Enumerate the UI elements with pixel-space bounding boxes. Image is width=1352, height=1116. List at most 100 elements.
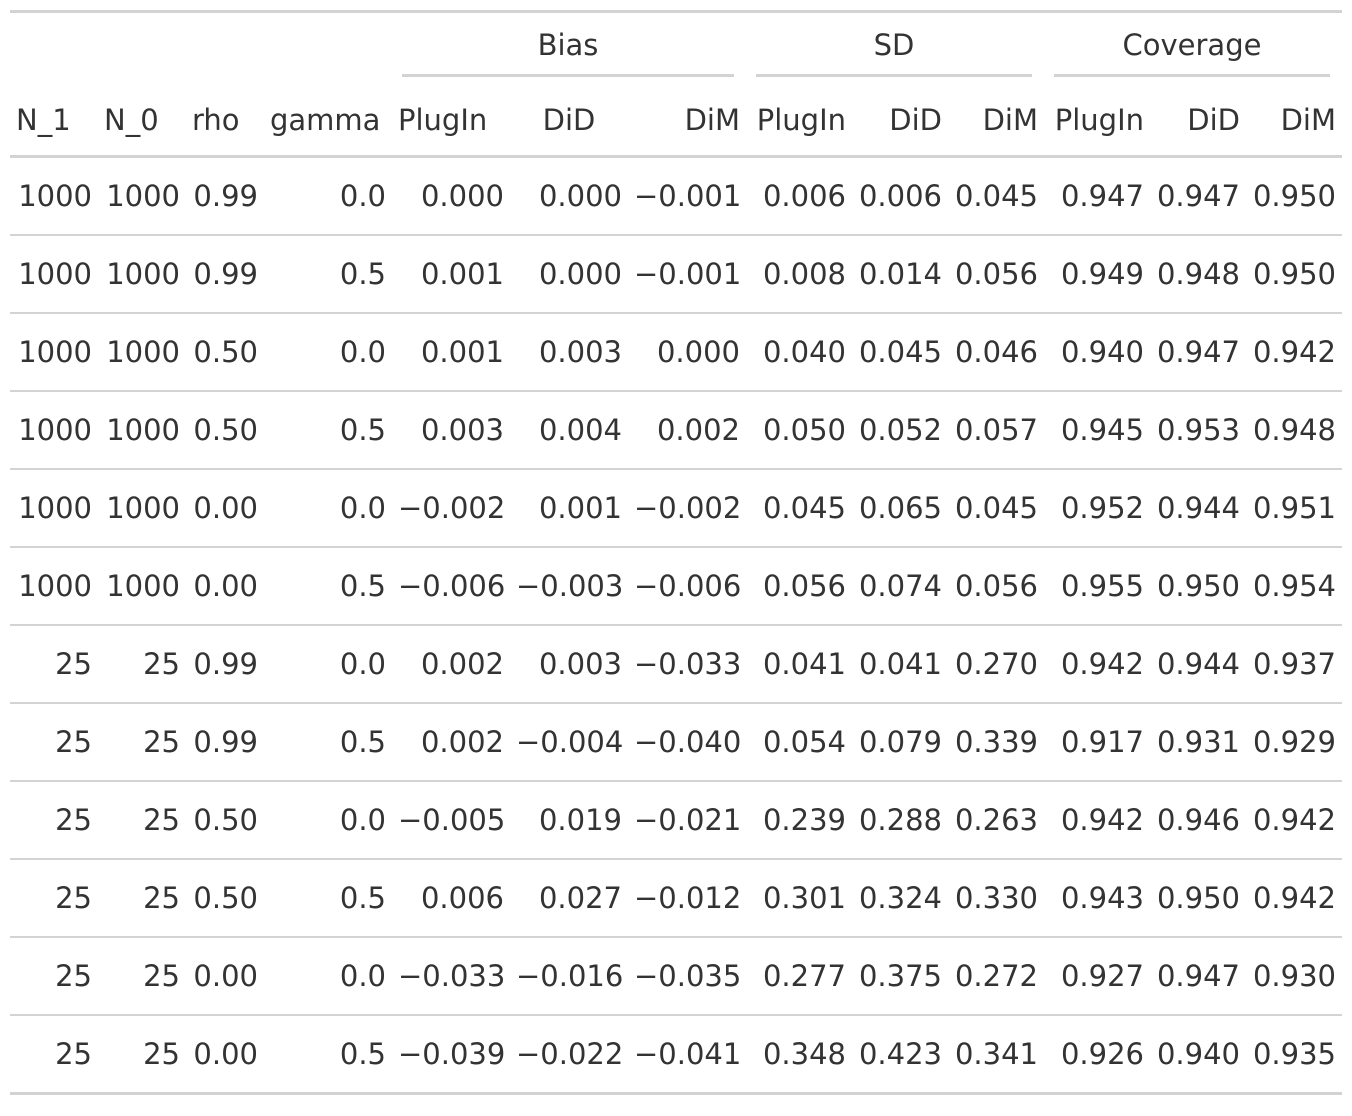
cell-n1: 1000 <box>18 179 92 213</box>
cell-sd-dim: 0.330 <box>948 858 1044 937</box>
cell-coverage-plugin: 0.942 <box>1044 780 1150 859</box>
cell-coverage-dim: 0.937 <box>1246 624 1342 703</box>
cell-bias-did: 0.003 <box>510 312 628 391</box>
cell-sd-dim: 0.263 <box>948 780 1044 859</box>
table-row: 1000 1000 0.50 0.5 0.003 0.004 0.002 0.050 0.052… <box>10 390 1342 469</box>
cell-bias-plugin: −0.033 <box>392 936 510 1015</box>
cell-gamma: 0.0 <box>264 468 392 547</box>
cell-rho: 0.50 <box>186 780 264 859</box>
cell-sd-did: 0.065 <box>852 468 948 547</box>
cell-sd-dim: 0.339 <box>948 702 1044 781</box>
cell-n0: 1000 <box>106 179 180 213</box>
cell-sd-plugin: 0.006 <box>762 179 846 213</box>
cell-sd-did: 0.041 <box>852 624 948 703</box>
column-header-gamma: gamma <box>264 85 392 158</box>
cell-bias-did: 0.000 <box>510 234 628 313</box>
cell-sd-plugin: 0.045 <box>746 468 852 547</box>
column-header-row: N_1 N_0 rho gamma PlugIn DiD DiM PlugIn … <box>10 85 1342 158</box>
cell-n1: 1000 <box>10 390 98 469</box>
cell-n0: 1000 <box>98 468 186 547</box>
cell-bias-plugin: 0.000 <box>420 179 504 213</box>
cell-coverage-dim: 0.930 <box>1246 936 1342 1015</box>
column-header-bias-did: DiD <box>510 85 628 158</box>
spanner-sd: SD <box>746 13 1044 85</box>
cell-sd-did: 0.079 <box>852 702 948 781</box>
spanner-bias: Bias <box>392 13 746 85</box>
cell-gamma: 0.0 <box>264 936 392 1015</box>
cell-bias-dim: 0.000 <box>628 312 746 391</box>
cell-coverage-did: 0.948 <box>1150 234 1246 313</box>
column-header-bias-dim: DiM <box>628 85 746 158</box>
cell-n0: 25 <box>98 624 186 703</box>
cell-n1: 25 <box>10 858 98 937</box>
cell-bias-plugin: 0.001 <box>392 312 510 391</box>
cell-bias-dim: −0.040 <box>628 702 746 781</box>
cell-coverage-dim: 0.950 <box>1252 179 1336 213</box>
cell-coverage-plugin: 0.945 <box>1044 390 1150 469</box>
cell-coverage-plugin: 0.955 <box>1044 546 1150 625</box>
cell-gamma: 0.5 <box>264 858 392 937</box>
cell-coverage-did: 0.947 <box>1150 936 1246 1015</box>
cell-sd-did: 0.045 <box>852 312 948 391</box>
cell-bias-did: 0.000 <box>538 179 622 213</box>
cell-coverage-dim: 0.950 <box>1246 234 1342 313</box>
cell-rho: 0.00 <box>186 468 264 547</box>
cell-rho: 0.00 <box>186 936 264 1015</box>
cell-gamma: 0.5 <box>264 390 392 469</box>
cell-sd-plugin: 0.056 <box>746 546 852 625</box>
column-header-sd-dim: DiM <box>948 85 1044 158</box>
table-row: 1000 1000 0.99 0.5 0.001 0.000 −0.001 0.008 0.01… <box>10 234 1342 313</box>
cell-rho: 0.50 <box>186 858 264 937</box>
cell-sd-dim: 0.056 <box>948 546 1044 625</box>
cell-bias-plugin: 0.002 <box>392 624 510 703</box>
column-header-bias-plugin: PlugIn <box>392 85 510 158</box>
cell-sd-plugin: 0.041 <box>746 624 852 703</box>
cell-rho: 0.99 <box>186 702 264 781</box>
cell-bias-dim: −0.001 <box>634 179 742 213</box>
cell-rho: 0.00 <box>186 1014 264 1095</box>
cell-sd-dim: 0.270 <box>948 624 1044 703</box>
cell-n1: 25 <box>10 624 98 703</box>
cell-sd-did: 0.423 <box>852 1014 948 1095</box>
cell-sd-dim: 0.272 <box>948 936 1044 1015</box>
cell-n0: 25 <box>98 858 186 937</box>
cell-sd-plugin: 0.008 <box>746 234 852 313</box>
results-table: Bias SD Coverage N_1 N_0 rho gamma PlugI… <box>10 10 1342 1095</box>
cell-gamma: 0.5 <box>264 234 392 313</box>
cell-n1: 1000 <box>10 234 98 313</box>
cell-n0: 1000 <box>98 390 186 469</box>
cell-sd-dim: 0.045 <box>948 468 1044 547</box>
cell-bias-did: 0.001 <box>510 468 628 547</box>
cell-n0: 1000 <box>98 234 186 313</box>
cell-coverage-did: 0.946 <box>1150 780 1246 859</box>
cell-sd-plugin: 0.348 <box>746 1014 852 1095</box>
column-header-n0: N_0 <box>98 85 186 158</box>
cell-bias-dim: 0.002 <box>628 390 746 469</box>
cell-coverage-plugin: 0.943 <box>1044 858 1150 937</box>
cell-sd-did: 0.074 <box>852 546 948 625</box>
results-table-container: Bias SD Coverage N_1 N_0 rho gamma PlugI… <box>10 10 1342 1095</box>
cell-n1: 25 <box>10 936 98 1015</box>
cell-rho: 0.00 <box>186 546 264 625</box>
cell-coverage-dim: 0.929 <box>1246 702 1342 781</box>
table-row: 25 25 0.50 0.5 0.006 0.027 −0.012 0.301 0.324 0.3… <box>10 858 1342 937</box>
cell-coverage-dim: 0.935 <box>1246 1014 1342 1095</box>
cell-n0: 25 <box>98 1014 186 1095</box>
cell-bias-plugin: 0.003 <box>392 390 510 469</box>
cell-bias-dim: −0.033 <box>628 624 746 703</box>
cell-bias-did: −0.022 <box>510 1014 628 1095</box>
cell-coverage-plugin: 0.949 <box>1044 234 1150 313</box>
cell-n1: 1000 <box>10 468 98 547</box>
column-header-sd-plugin: PlugIn <box>746 85 852 158</box>
cell-rho: 0.99 <box>186 234 264 313</box>
cell-sd-did: 0.375 <box>852 936 948 1015</box>
cell-bias-dim: −0.002 <box>628 468 746 547</box>
table-row: 1000 1000 0.99 0.0 0.000 0.000 −0.001 0.006 0.00… <box>10 157 1342 236</box>
cell-rho: 0.50 <box>186 312 264 391</box>
cell-coverage-did: 0.953 <box>1150 390 1246 469</box>
column-header-sd-did: DiD <box>852 85 948 158</box>
column-header-coverage-did: DiD <box>1150 85 1246 158</box>
cell-gamma: 0.5 <box>264 546 392 625</box>
cell-coverage-dim: 0.951 <box>1246 468 1342 547</box>
cell-bias-did: −0.003 <box>510 546 628 625</box>
